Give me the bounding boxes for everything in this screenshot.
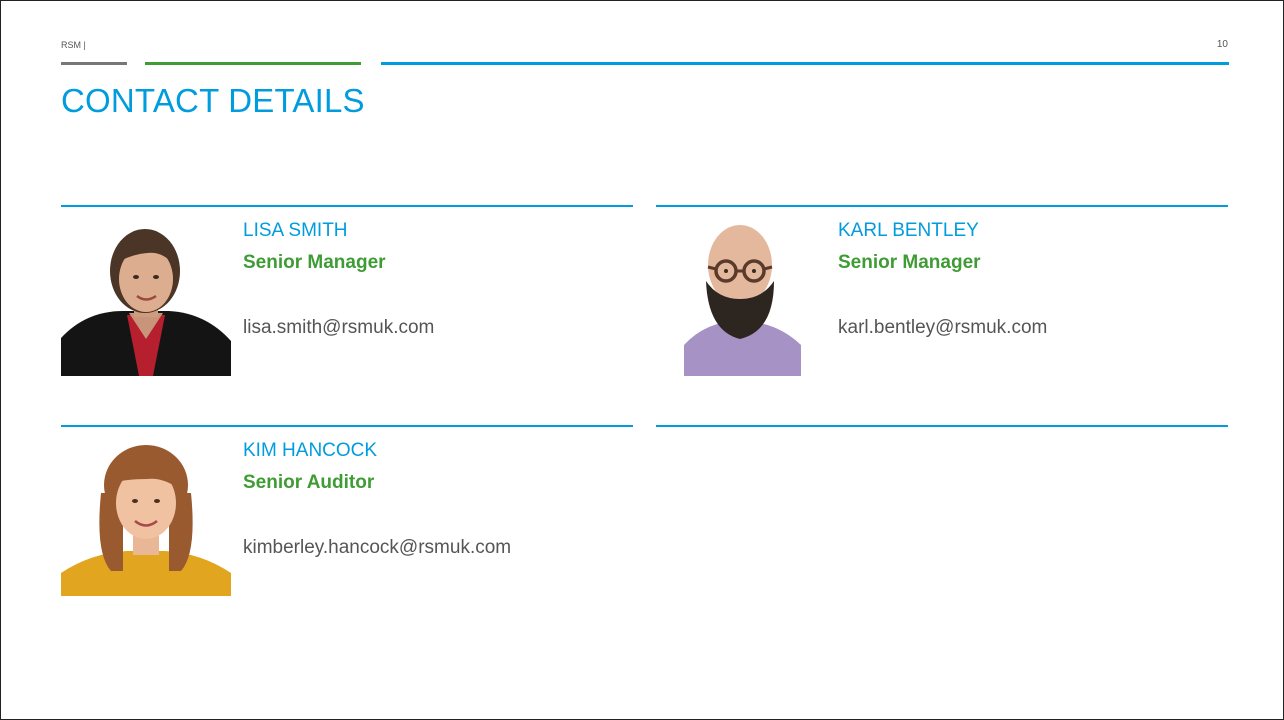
card-divider — [61, 425, 633, 427]
contact-role: Senior Auditor — [243, 472, 375, 493]
header-bar-gray — [61, 62, 127, 65]
slide: RSM | 10 CONTACT DETAILS LISA SMITH Seni… — [0, 0, 1284, 720]
card-divider — [656, 425, 1228, 427]
contact-photo — [61, 433, 231, 596]
contact-name: KIM HANCOCK — [243, 440, 378, 461]
contact-card-empty — [656, 425, 1228, 599]
header-bar-green — [145, 62, 361, 65]
card-divider — [61, 205, 633, 207]
contact-photo — [656, 213, 826, 376]
portrait-image — [61, 213, 231, 376]
portrait-image — [61, 433, 231, 596]
contact-name: KARL BENTLEY — [838, 220, 979, 241]
contact-card-lisa-smith: LISA SMITH Senior Manager lisa.smith@rsm… — [61, 205, 633, 379]
contact-photo — [61, 213, 231, 376]
contact-card-kim-hancock: KIM HANCOCK Senior Auditor kimberley.han… — [61, 425, 633, 599]
contact-name: LISA SMITH — [243, 220, 348, 241]
contact-role: Senior Manager — [243, 252, 386, 273]
page-title: CONTACT DETAILS — [61, 82, 365, 119]
contact-email[interactable]: lisa.smith@rsmuk.com — [243, 317, 434, 339]
page-number: 10 — [1216, 39, 1228, 50]
header-label: RSM | — [61, 40, 86, 50]
contact-email[interactable]: kimberley.hancock@rsmuk.com — [243, 537, 511, 559]
portrait-image — [656, 213, 826, 376]
contact-email[interactable]: karl.bentley@rsmuk.com — [838, 317, 1047, 339]
contact-role: Senior Manager — [838, 252, 981, 273]
card-divider — [656, 205, 1228, 207]
header-bar-blue — [381, 62, 1229, 65]
contact-card-karl-bentley: KARL BENTLEY Senior Manager karl.bentley… — [656, 205, 1228, 379]
